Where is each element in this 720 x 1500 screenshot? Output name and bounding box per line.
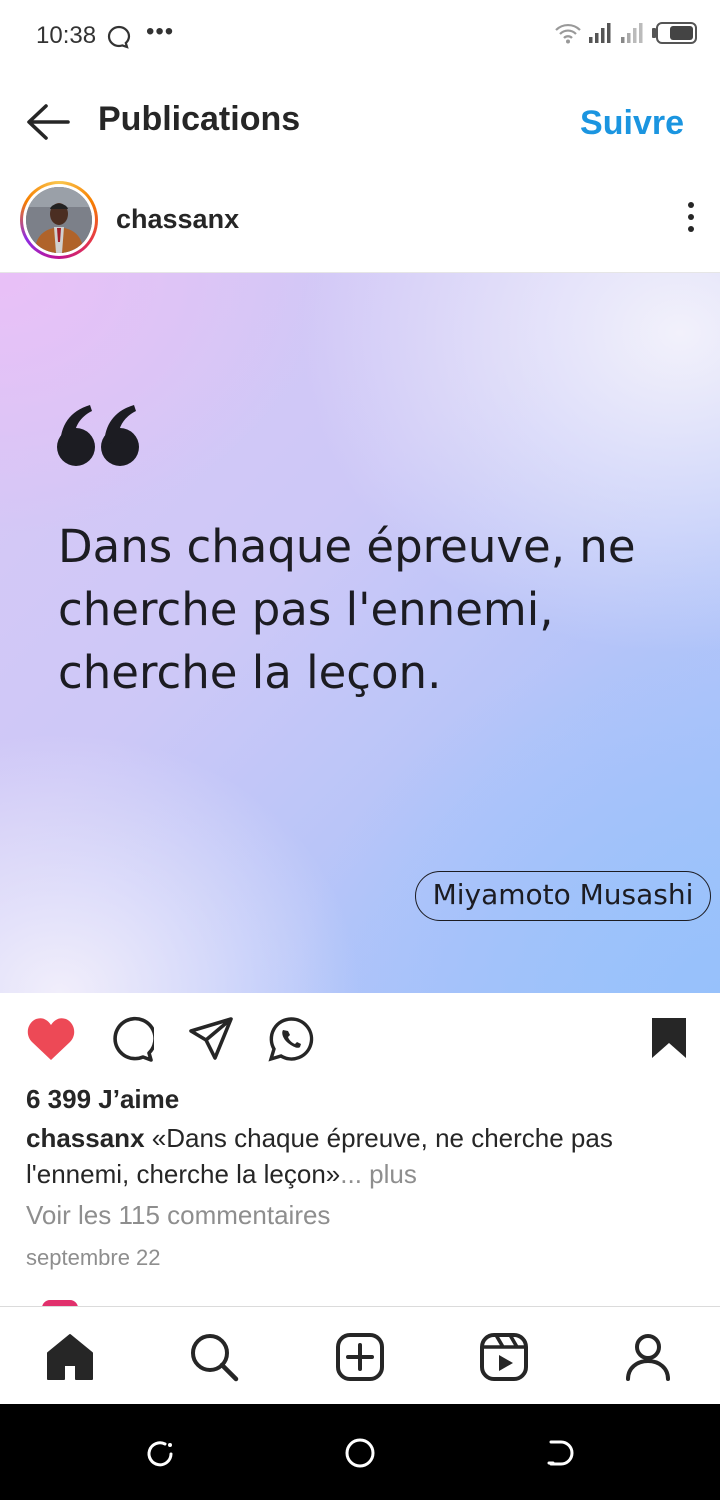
more-options-icon[interactable]	[684, 202, 698, 238]
status-bar: 10:38 •••	[0, 0, 720, 72]
post-image[interactable]: Dans chaque épreuve, ne cherche pas l'en…	[0, 272, 720, 993]
bookmark-filled-icon[interactable]	[650, 1016, 688, 1060]
post-header: chassanx	[0, 178, 720, 262]
app-header: Publications Suivre	[0, 82, 720, 162]
post-date: septembre 22	[26, 1245, 161, 1270]
create-icon[interactable]	[334, 1331, 386, 1383]
home-circle-icon[interactable]	[343, 1436, 377, 1470]
recents-icon[interactable]	[143, 1436, 177, 1470]
quote-text: Dans chaque épreuve, ne cherche pas l'en…	[58, 520, 636, 699]
story-ring[interactable]	[20, 181, 98, 259]
notification-dots: •••	[146, 18, 175, 45]
heart-filled-icon[interactable]	[26, 1016, 76, 1062]
caption-username[interactable]: chassanx	[26, 1123, 145, 1153]
view-comments-link[interactable]: Voir les 115 commentaires	[26, 1200, 330, 1231]
avatar	[26, 187, 92, 253]
status-time: 10:38	[36, 22, 97, 49]
whatsapp-icon[interactable]	[268, 1016, 314, 1062]
caption-more-link[interactable]: ... plus	[340, 1159, 417, 1189]
quote-author: Miyamoto Musashi	[415, 871, 711, 921]
signal-icon	[589, 23, 611, 43]
likes-count[interactable]: 6 399 J’aime	[26, 1084, 179, 1115]
comment-icon[interactable]	[108, 1016, 154, 1062]
quote-mark-icon	[57, 405, 139, 466]
reels-icon[interactable]	[478, 1331, 530, 1383]
search-icon[interactable]	[188, 1331, 240, 1383]
bottom-nav	[0, 1306, 720, 1404]
follow-button[interactable]: Suivre	[580, 104, 684, 143]
back-arrow-icon[interactable]	[24, 102, 72, 142]
profile-icon[interactable]	[622, 1331, 674, 1383]
status-indicators	[554, 22, 698, 44]
system-nav-bar	[0, 1404, 720, 1500]
post-actions	[0, 1012, 720, 1072]
post-caption: chassanx «Dans chaque épreuve, ne cherch…	[26, 1120, 686, 1192]
battery-icon	[652, 22, 697, 44]
avatar-photo	[26, 187, 92, 253]
home-icon[interactable]	[44, 1331, 96, 1383]
wifi-icon	[555, 23, 581, 44]
chat-bubble-icon	[107, 25, 131, 49]
page-title: Publications	[98, 100, 301, 138]
signal-icon-2	[621, 23, 643, 43]
share-icon[interactable]	[188, 1016, 234, 1062]
post-username[interactable]: chassanx	[116, 204, 239, 235]
back-icon[interactable]	[543, 1436, 577, 1470]
